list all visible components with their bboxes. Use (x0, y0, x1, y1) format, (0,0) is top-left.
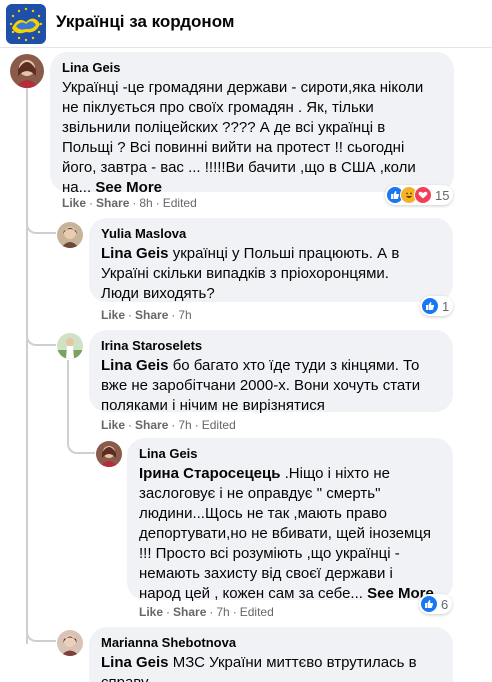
comment-bubble: Lina Geis Ірина Старосецець .Ніщо і ніхт… (127, 438, 453, 602)
comment-author[interactable]: Yulia Maslova (101, 226, 441, 242)
like-button[interactable]: Like (101, 308, 125, 322)
comment-text: Ірина Старосецець .Ніщо і ніхто не засло… (139, 464, 441, 604)
edited-label: Edited (162, 196, 197, 210)
comment-line: депортувати,но не вбивати, щей іноземця (139, 525, 432, 542)
timestamp[interactable]: 8h (139, 196, 152, 210)
share-button[interactable]: Share (135, 308, 168, 322)
share-button[interactable]: Share (135, 418, 168, 432)
avatar[interactable] (96, 441, 122, 467)
comment-author[interactable]: Marianna Shebotnova (101, 635, 441, 651)
comment-line-text: .Ніщо і ніхто не (284, 465, 390, 482)
mention-link[interactable]: Lina Geis (101, 357, 169, 374)
comment-actions: Like · Share · 7h · Edited (101, 418, 236, 432)
comment-line: немають захисту від своєї держави і (139, 565, 393, 582)
comment-text: Lina Geis бо багато хто їде туди з кінця… (101, 356, 441, 416)
timestamp[interactable]: 7h (178, 308, 191, 322)
edited-label: Edited (239, 605, 274, 619)
comment-line-text: бо багато хто їде туди з кінцями. То (172, 357, 420, 374)
reaction-summary[interactable]: 15 (385, 185, 454, 205)
mention-link[interactable]: Lina Geis (101, 654, 169, 671)
separator-dot: · (194, 418, 199, 432)
comment-line: людини...Щось не так ,мають право (139, 505, 387, 522)
comment-actions: Like · Share · 7h · Edited (139, 605, 274, 619)
comment-bubble: Lina Geis Українці -це громадяни держави… (50, 52, 454, 196)
comment-author[interactable]: Lina Geis (62, 60, 442, 76)
separator-dot: · (132, 196, 137, 210)
comment-line: не піклується про своїх громадян . Як, т… (62, 99, 374, 116)
share-button[interactable]: Share (96, 196, 129, 210)
comment-text: Українці -це громадяни держави - сироти,… (62, 78, 442, 198)
reaction-summary[interactable]: 6 (419, 594, 453, 614)
group-header: Українці за кордоном (0, 0, 492, 48)
comment-line: заслоговує і не оправдує " смерть" (139, 485, 381, 502)
avatar[interactable] (57, 222, 83, 248)
comment-author[interactable]: Irina Staroselets (101, 338, 441, 354)
comment-bubble: Irina Staroselets Lina Geis бо багато хт… (89, 330, 453, 414)
thread-elbow (26, 620, 56, 642)
reaction-count: 15 (435, 187, 450, 203)
comment-line-text: народ цей , кожен сам за себе... (139, 585, 363, 602)
comment-bubble: Yulia Maslova Lina Geis українці у Польш… (89, 218, 453, 302)
comment-line: Lina Geis бо багато хто їде туди з кінця… (101, 356, 441, 376)
like-button[interactable]: Like (62, 196, 86, 210)
reaction-summary[interactable]: 1 (420, 296, 454, 316)
separator-dot: · (128, 418, 133, 432)
comment-line: Люди виходять? (101, 285, 215, 302)
see-more-link[interactable]: See More (95, 179, 162, 196)
reaction-count: 6 (441, 596, 449, 612)
comment-text: Lina Geis МЗС України миттєво втрутилась… (101, 653, 441, 682)
comment-line: його, завтра - вас ... !!!!!Ви бачити ,щ… (62, 159, 416, 176)
avatar[interactable] (57, 333, 83, 359)
comment-line-text: на... (62, 179, 92, 196)
comment-line: Українці -це громадяни держави - сироти,… (62, 79, 424, 96)
separator-dot: · (166, 605, 171, 619)
thread-line (67, 360, 69, 430)
separator-dot: · (171, 418, 176, 432)
comment-line: Lina Geis українці у Польші працюють. А … (101, 244, 441, 264)
comment-line: звільнили поліцейских ???? А де всі укра… (62, 119, 386, 136)
comment-line: Польщі ? Всі повинні вийти на протест !!… (62, 139, 405, 156)
share-button[interactable]: Share (173, 605, 206, 619)
comment-line: !!! Просто всі розуміють ,що українці - (139, 545, 400, 562)
edited-label: Edited (201, 418, 236, 432)
love-reaction-icon (414, 186, 432, 204)
comment-actions: Like · Share · 8h · Edited (62, 196, 197, 210)
like-button[interactable]: Like (139, 605, 163, 619)
group-title[interactable]: Українці за кордоном (56, 12, 234, 32)
reaction-count: 1 (442, 298, 450, 314)
thread-elbow (26, 322, 56, 346)
comment-line: народ цей , кожен сам за себе... See Mor… (139, 584, 441, 604)
mention-link[interactable]: Lina Geis (101, 245, 169, 262)
separator-dot: · (171, 308, 176, 322)
comment-author[interactable]: Lina Geis (139, 446, 441, 462)
like-reaction-icon (421, 297, 439, 315)
separator-dot: · (128, 308, 133, 322)
thread-elbow (26, 212, 56, 234)
timestamp[interactable]: 7h (178, 418, 191, 432)
comment-line: Ірина Старосецець .Ніщо і ніхто не (139, 464, 441, 484)
comment-line: Україні скільки випадків з пріохоронцями… (101, 265, 389, 282)
thread-elbow (67, 430, 95, 454)
comment-line-text: МЗС України миттєво втрутилась в (172, 654, 417, 671)
comment-line-text: українці у Польші працюють. А в (172, 245, 400, 262)
separator-dot: · (209, 605, 214, 619)
avatar[interactable] (57, 630, 83, 656)
comment-actions: Like · Share · 7h (101, 308, 192, 322)
ukraine-eu-flag-icon[interactable] (6, 4, 46, 44)
separator-dot: · (89, 196, 94, 210)
like-button[interactable]: Like (101, 418, 125, 432)
avatar[interactable] (10, 54, 44, 88)
timestamp[interactable]: 7h (216, 605, 229, 619)
comment-line: Lina Geis МЗС України миттєво втрутилась… (101, 653, 441, 673)
comment-bubble: Marianna Shebotnova Lina Geis МЗС Україн… (89, 627, 453, 682)
separator-dot: · (155, 196, 160, 210)
mention-link[interactable]: Ірина Старосецець (139, 465, 280, 482)
comment-line: справу. (101, 673, 441, 682)
separator-dot: · (232, 605, 237, 619)
comment-line: вже не заробітчани 2000-х. Вони хочуть с… (101, 377, 421, 394)
comment-line: поляками і нічим не вирізнятися (101, 397, 325, 414)
like-reaction-icon (420, 595, 438, 613)
thread-line (26, 84, 28, 644)
comment-text: Lina Geis українці у Польші працюють. А … (101, 244, 441, 304)
